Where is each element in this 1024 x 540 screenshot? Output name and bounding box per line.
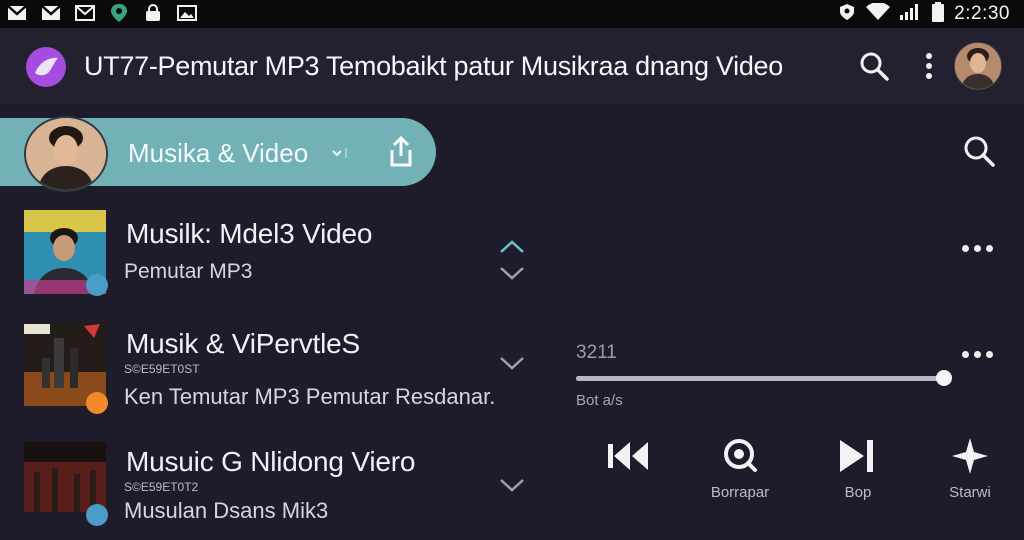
status-bar: 2:2:30 [0,0,1024,28]
item-subtitle: Ken Temutar MP3 Pemutar Resdanar. [124,384,496,409]
rewind-icon[interactable] [604,436,664,476]
player-time: 3211 [576,342,617,363]
wifi-icon [866,1,891,26]
seek-progress [576,376,944,381]
seek-thumb[interactable] [936,370,952,386]
signal-icon [900,3,922,26]
badge-icon [86,504,108,526]
more-horizontal-icon[interactable] [962,245,996,255]
more-horizontal-icon[interactable] [962,351,996,361]
seek-bar[interactable] [576,370,952,386]
player-status: Bot a/s [576,392,623,409]
search-icon[interactable] [858,50,890,82]
app-title: UT77-Pemutar MP3 Temobaikt patur Musikra… [84,51,783,81]
lock-icon [142,4,164,22]
item-title: Musik & ViPervtleS [126,328,360,359]
clock: 2:2:30 [954,3,1010,24]
gmail-icon [74,4,96,22]
control-label: Bop [844,484,872,501]
list-item[interactable]: Musilk: Mdel3 Video Pemutar MP3 [0,200,540,310]
control-label: Borrapar [710,484,770,501]
control-label: Starwi [949,484,991,501]
chevron-down-icon[interactable] [498,354,526,372]
app-logo-icon[interactable] [26,47,66,87]
playlist-label: Musika & Video [128,138,309,168]
album-thumbnail [24,442,106,512]
playlist-avatar [24,116,108,192]
gmail-icon [6,4,28,22]
item-subtitle: Musulan Dsans Mik3 [124,498,329,523]
badge-icon [86,274,108,296]
item-title: Musuic G Nlidong Viero [126,446,416,477]
more-vertical-icon[interactable] [918,50,940,82]
chevron-down-icon[interactable] [498,476,526,494]
gmail-icon [40,4,62,22]
share-icon[interactable] [386,135,416,168]
maps-icon [108,4,130,22]
chevron-down-icon[interactable] [498,264,526,282]
chevron-up-icon[interactable] [498,238,526,256]
chevron-down-icon[interactable] [330,144,352,162]
badge-icon [86,392,108,414]
skip-next-icon[interactable] [836,436,896,476]
search-icon[interactable] [720,436,780,476]
item-meta: S©E59ET0ST [124,362,200,376]
battery-icon [932,1,945,27]
app-bar: UT77-Pemutar MP3 Temobaikt patur Musikra… [0,28,1024,104]
vpn-icon [838,3,856,26]
item-meta: S©E59ET0T2 [124,480,199,494]
search-icon[interactable] [962,134,996,168]
system-icons: 2:2:30 [838,1,1010,27]
playlist-selector[interactable]: Musika & Video [0,116,436,192]
notification-icons [6,4,198,22]
image-icon [176,4,198,22]
avatar[interactable] [954,42,1002,90]
item-title: Musilk: Mdel3 Video [126,218,373,249]
sparkle-icon[interactable] [950,436,1010,476]
list-item[interactable]: Musuic G Nlidong Viero S©E59ET0T2 Musula… [0,430,540,540]
list-item[interactable]: Musik & ViPervtleS S©E59ET0ST Ken Temuta… [0,312,540,422]
item-subtitle: Pemutar MP3 [124,260,253,283]
